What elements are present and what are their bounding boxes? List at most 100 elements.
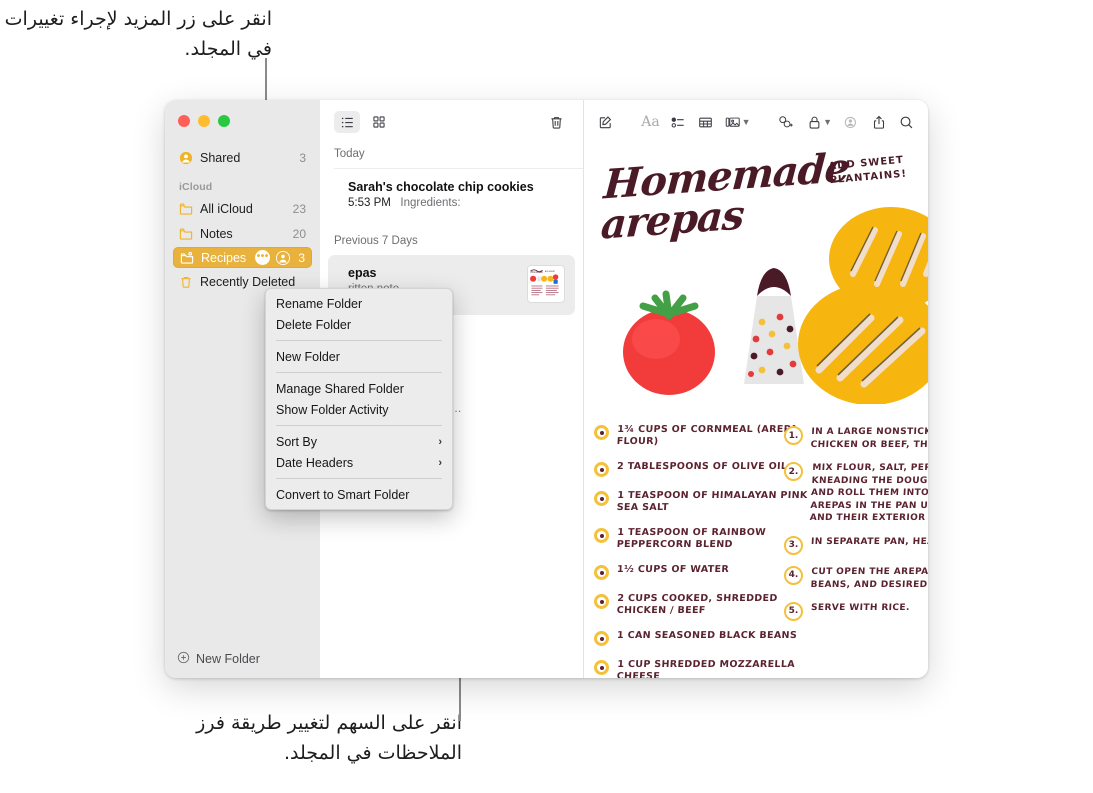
menu-item-show-folder-activity[interactable]: Show Folder Activity bbox=[266, 399, 452, 420]
ingredient-item: 2 CUPS COOKED, SHREDDED CHICKEN / BEEF bbox=[594, 593, 812, 617]
plus-circle-icon bbox=[177, 651, 190, 667]
note-subtitle: 5:53 PM Ingredients: bbox=[348, 197, 569, 209]
search-icon[interactable] bbox=[899, 109, 914, 135]
menu-divider bbox=[276, 425, 442, 426]
media-icon[interactable] bbox=[725, 109, 741, 135]
bullet-icon bbox=[594, 565, 609, 580]
callout-text-top: انقر على زر المزيد لإجراء تغييرات في الم… bbox=[4, 8, 272, 60]
menu-item-rename-folder[interactable]: Rename Folder bbox=[266, 293, 452, 314]
step-item: 3. IN SEPARATE PAN, HEAT THE BEANS. bbox=[784, 535, 928, 555]
ingredient-item: 1½ CUPS OF WATER bbox=[594, 564, 812, 580]
sidebar-item-label: Shared bbox=[200, 150, 241, 165]
step-text: IN SEPARATE PAN, HEAT THE BEANS. bbox=[810, 536, 928, 547]
format-text-icon[interactable]: Aa bbox=[641, 109, 659, 135]
step-text: IN A LARGE NONSTICK SKILLET, WARM THE CH… bbox=[810, 427, 928, 450]
list-item[interactable]: Sarah's chocolate chip cookies 5:53 PM I… bbox=[320, 169, 583, 221]
notes-list-toolbar bbox=[320, 100, 583, 144]
menu-item-label: New Folder bbox=[276, 349, 340, 364]
list-view-icon[interactable] bbox=[334, 111, 360, 133]
sidebar-item-count: 20 bbox=[292, 226, 306, 241]
menu-item-date-headers[interactable]: Date Headers › bbox=[266, 452, 452, 473]
table-icon[interactable] bbox=[698, 109, 713, 135]
minimize-button[interactable] bbox=[198, 115, 210, 127]
sidebar-item-shared[interactable]: Shared 3 bbox=[173, 146, 312, 169]
menu-item-label: Convert to Smart Folder bbox=[276, 487, 410, 502]
submenu-chevron-right-icon[interactable]: › bbox=[438, 436, 442, 448]
more-options-button[interactable]: ••• bbox=[255, 250, 271, 265]
folder-icon bbox=[179, 202, 193, 216]
delete-note-button[interactable] bbox=[543, 111, 569, 133]
sidebar-item-all-icloud[interactable]: All iCloud 23 bbox=[173, 197, 312, 220]
note-detail-pane: Aa ▼ ▼ Homemade arepas ADD SWEET PLANTAI… bbox=[584, 100, 928, 678]
shared-participants-icon[interactable] bbox=[276, 250, 291, 265]
shared-folder-icon bbox=[180, 251, 194, 265]
sidebar-item-notes[interactable]: Notes 20 bbox=[173, 222, 312, 245]
menu-item-convert-to-smart-folder[interactable]: Convert to Smart Folder bbox=[266, 484, 452, 505]
menu-item-sort-by[interactable]: Sort By › bbox=[266, 431, 452, 452]
menu-divider bbox=[276, 478, 442, 479]
menu-item-label: Rename Folder bbox=[276, 296, 363, 311]
menu-divider bbox=[276, 372, 442, 373]
ingredient-item: 2 TABLESPOONS OF OLIVE OIL bbox=[594, 461, 812, 477]
note-title: Sarah's chocolate chip cookies bbox=[348, 180, 534, 194]
sidebar-list: Shared 3 iCloud All iCloud 23 Notes 20 R… bbox=[165, 146, 320, 295]
sidebar-item-count: 23 bbox=[292, 201, 306, 216]
menu-item-label: Sort By bbox=[276, 434, 317, 449]
collaborate-icon[interactable] bbox=[843, 109, 860, 135]
ingredients-list: 1¾ CUPS OF CORNMEAL (AREPA FLOUR) 2 TABL… bbox=[594, 424, 812, 678]
context-menu: Rename Folder Delete Folder New Folder M… bbox=[265, 288, 453, 510]
step-item: 5. SERVE WITH RICE. bbox=[784, 601, 928, 621]
bullet-icon bbox=[594, 462, 609, 477]
menu-item-new-folder[interactable]: New Folder bbox=[266, 346, 452, 367]
submenu-chevron-right-icon[interactable]: › bbox=[438, 457, 442, 469]
menu-item-label: Date Headers bbox=[276, 455, 354, 470]
step-number: 1. bbox=[784, 426, 803, 445]
media-chevron-down-icon[interactable]: ▼ bbox=[742, 117, 751, 127]
step-item: 2. MIX FLOUR, SALT, PEPPER, AND WATER. A… bbox=[784, 462, 928, 525]
ingredient-item: 1 TEASPOON OF RAINBOW PEPPERCORN BLEND bbox=[594, 527, 812, 551]
sidebar-item-label: All iCloud bbox=[200, 201, 253, 216]
menu-item-delete-folder[interactable]: Delete Folder bbox=[266, 314, 452, 335]
share-icon[interactable] bbox=[872, 109, 887, 135]
bullet-icon bbox=[594, 660, 609, 675]
ingredient-item: 1 CUP SHREDDED MOZZARELLA CHEESE bbox=[594, 659, 812, 678]
sidebar-item-label: Notes bbox=[200, 226, 233, 241]
zoom-button[interactable] bbox=[218, 115, 230, 127]
step-number: 5. bbox=[784, 601, 803, 621]
step-text: SERVE WITH RICE. bbox=[810, 602, 911, 613]
sidebar-item-count: 3 bbox=[298, 250, 305, 265]
recipe-illustration bbox=[623, 207, 928, 404]
ingredient-text: 1 CAN SEASONED BLACK BEANS bbox=[616, 630, 798, 641]
sidebar-item-recipes[interactable]: Recipes ••• 3 bbox=[173, 247, 312, 268]
note-content: Homemade arepas ADD SWEET PLANTAINS! 1¾ … bbox=[584, 144, 928, 678]
ingredient-item: 1¾ CUPS OF CORNMEAL (AREPA FLOUR) bbox=[594, 424, 812, 448]
svg-text:Homemade: Homemade bbox=[530, 271, 544, 274]
folder-icon bbox=[179, 227, 193, 241]
ingredient-text: 1½ CUPS OF WATER bbox=[616, 564, 730, 575]
step-text: CUT OPEN THE AREPAS AND FILL WITH MEAT, … bbox=[810, 566, 928, 590]
menu-item-manage-shared-folder[interactable]: Manage Shared Folder bbox=[266, 378, 452, 399]
checklist-icon[interactable] bbox=[671, 109, 686, 135]
link-icon[interactable] bbox=[778, 109, 795, 135]
sidebar-item-label: Recipes bbox=[201, 250, 247, 265]
lock-chevron-down-icon[interactable]: ▼ bbox=[823, 117, 832, 127]
lock-icon[interactable] bbox=[807, 109, 822, 135]
step-item: 1. IN A LARGE NONSTICK SKILLET, WARM THE… bbox=[784, 426, 928, 451]
gallery-view-icon[interactable] bbox=[366, 111, 392, 133]
new-folder-button[interactable]: New Folder bbox=[165, 640, 320, 678]
bullet-icon bbox=[594, 594, 609, 609]
new-folder-label: New Folder bbox=[196, 652, 260, 666]
step-number: 3. bbox=[784, 535, 803, 555]
callout-text-bottom: انقر على السهم لتغيير طريقة فرز الملاحظا… bbox=[196, 712, 462, 764]
bullet-icon bbox=[594, 425, 609, 440]
bullet-icon bbox=[594, 491, 609, 506]
ingredient-item: 1 TEASPOON OF HIMALAYAN PINK SEA SALT bbox=[594, 490, 812, 514]
shared-person-icon bbox=[179, 151, 193, 165]
window-controls bbox=[165, 100, 320, 127]
close-button[interactable] bbox=[178, 115, 190, 127]
steps-list: 1. IN A LARGE NONSTICK SKILLET, WARM THE… bbox=[784, 426, 928, 632]
step-text: MIX FLOUR, SALT, PEPPER, AND WATER. AFTE… bbox=[809, 463, 928, 523]
compose-icon[interactable] bbox=[598, 109, 613, 135]
date-group-header-previous-7-days: Previous 7 Days bbox=[334, 235, 418, 247]
menu-item-label: Show Folder Activity bbox=[276, 402, 389, 417]
